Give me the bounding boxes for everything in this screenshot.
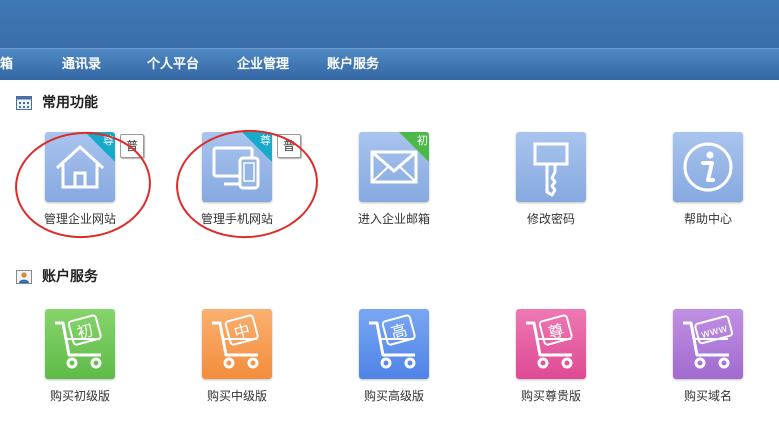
tile-help-center[interactable]: 帮助中心 [663,132,753,242]
tile-label: 购买域名 [683,389,732,403]
badge-text: 尊 [260,134,271,147]
main-content: 常用功能 尊 普 管理企业网站 尊 普 管理手机网站 初 进入企业邮箱 修改密码… [0,80,779,440]
cart-tile-box: 尊 [516,309,586,379]
header-banner [0,0,779,48]
key-icon [533,142,569,197]
tile-label: 管理手机网站 [200,212,273,226]
tile-manage-website[interactable]: 尊 普 管理企业网站 [35,132,144,242]
grid-icon [16,96,32,110]
shopping-cart-icon: 尊 [526,314,573,369]
shopping-cart-icon: 中 [212,314,259,369]
badge-text: 初 [417,134,428,147]
key-tile-box [516,132,586,202]
tile-label: 购买初级版 [49,389,110,403]
mail-tile-box: 初 [359,132,429,202]
tile-buy-domain[interactable]: www 购买域名 [663,309,753,419]
popup-standard-badge[interactable]: 普 [120,134,144,158]
nav-account-services[interactable]: 账户服务 [327,49,379,80]
tile-label: 购买尊贵版 [520,389,581,403]
tile-label: 购买高级版 [363,389,424,403]
cart-label-text: 尊 [546,320,566,342]
tile-buy-advanced[interactable]: 高 购买高级版 [349,309,439,419]
popup-standard-badge[interactable]: 普 [277,134,301,158]
cart-tile-box: 初 [45,309,115,379]
info-icon [683,142,733,192]
tile-buy-basic[interactable]: 初 购买初级版 [35,309,125,419]
home-tile-box: 尊 [45,132,115,202]
shopping-cart-icon: 初 [55,314,102,369]
tile-manage-mobile-website[interactable]: 尊 普 管理手机网站 [192,132,301,242]
cart-label-text: 中 [232,320,252,342]
devices-tile-box: 尊 [202,132,272,202]
tile-change-password[interactable]: 修改密码 [506,132,596,242]
cart-tile-box: 中 [202,309,272,379]
nav-contacts[interactable]: 通讯录 [62,49,101,80]
cart-tile-box: 高 [359,309,429,379]
cart-label-text: 高 [389,320,409,342]
cart-label-text: 初 [75,320,95,342]
top-nav-bar: 箱 通讯录 个人平台 企业管理 账户服务 [0,48,779,80]
shopping-cart-icon: 高 [369,314,416,369]
nav-mailbox[interactable]: 箱 [0,49,13,80]
tile-label: 进入企业邮箱 [357,212,430,226]
tile-label: 帮助中心 [683,212,732,226]
tile-buy-intermediate[interactable]: 中 购买中级版 [192,309,282,419]
user-account-icon [16,270,32,284]
nav-enterprise-management[interactable]: 企业管理 [237,49,289,80]
tile-label: 购买中级版 [206,389,267,403]
tile-buy-premium[interactable]: 尊 购买尊贵版 [506,309,596,419]
shopping-cart-icon: www [683,315,734,369]
cart-tile-box: www [673,309,743,379]
tile-label: 修改密码 [526,212,575,226]
info-tile-box [673,132,743,202]
nav-personal-platform[interactable]: 个人平台 [147,49,199,80]
tile-enter-mailbox[interactable]: 初 进入企业邮箱 [349,132,439,242]
tile-label: 管理企业网站 [43,212,116,226]
badge-text: 尊 [103,134,114,147]
